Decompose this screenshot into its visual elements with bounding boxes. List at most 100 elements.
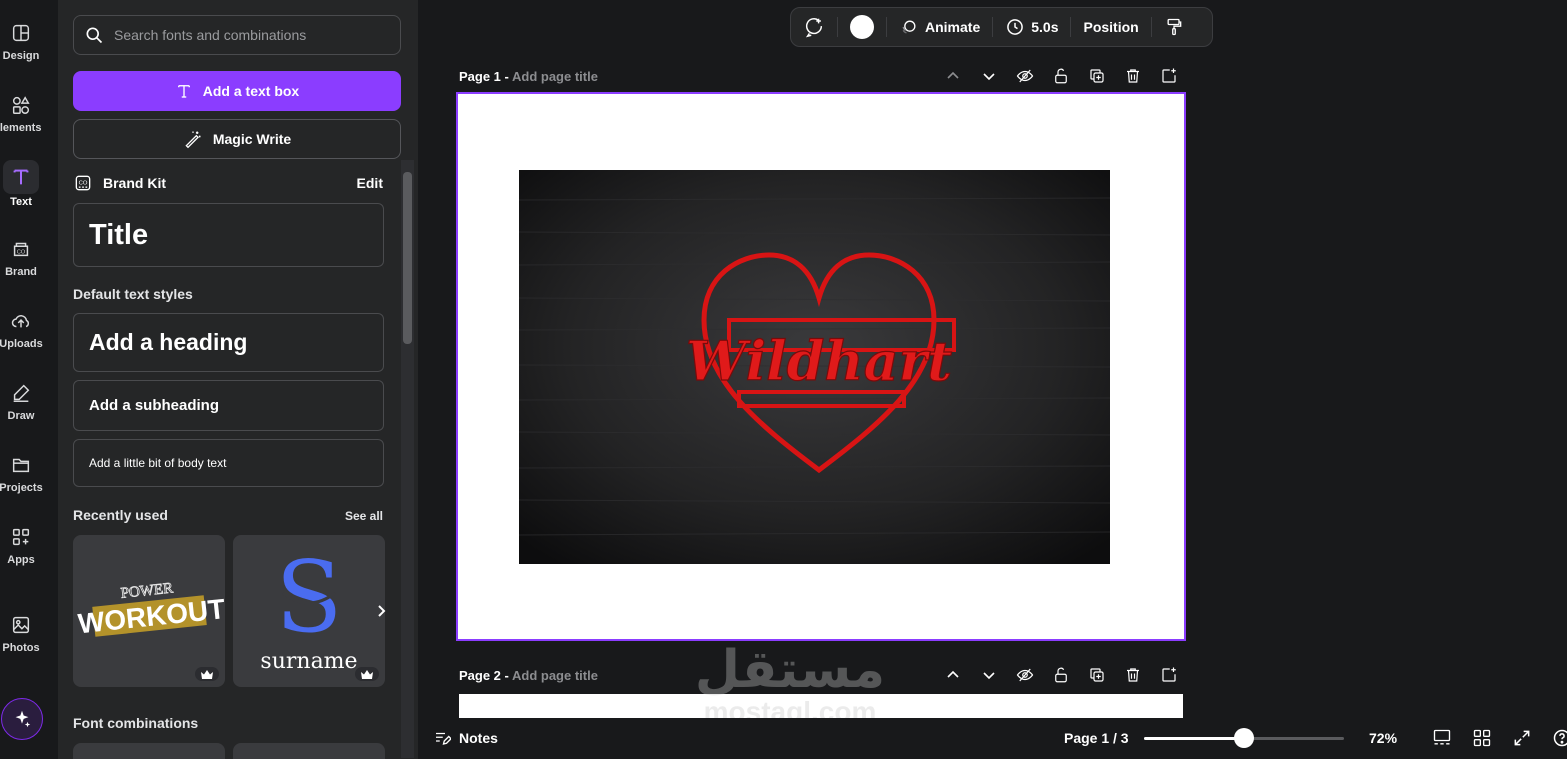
panel-scrollbar[interactable] [401,160,414,758]
page-1-label: Page 1 - [459,69,509,84]
eye-slash-icon [1016,668,1034,682]
move-page-down-button[interactable] [978,664,1000,686]
text-panel: Add a text box Magic Write CO Brand Kit … [58,0,418,759]
move-page-up-button[interactable] [942,664,964,686]
add-text-box-label: Add a text box [202,83,300,99]
page-1-title-input[interactable]: Add page title [512,69,598,84]
lock-page-button[interactable] [1050,664,1072,686]
fullscreen-button[interactable] [1511,727,1533,749]
rail-item-design[interactable]: Design [0,10,42,74]
add-page-button[interactable] [1158,664,1180,686]
page-1-header: Page 1 - Add page title [459,69,598,84]
chevron-up-icon [947,670,959,678]
font-combination-thumb[interactable] [73,743,225,759]
page-indicator[interactable]: Page 1 / 3 [1064,730,1129,746]
view-controls [1431,727,1567,749]
rail-item-apps[interactable]: Apps [0,514,42,578]
comment-button[interactable] [791,7,837,47]
brand-title-style[interactable]: Title [73,203,384,267]
page-2-title-input[interactable]: Add page title [512,668,598,683]
rail-item-draw[interactable]: Draw [0,370,42,434]
apps-icon [12,528,30,546]
cloud-upload-icon [11,315,30,328]
zoom-slider[interactable] [1144,728,1344,748]
add-page-button[interactable] [1158,65,1180,87]
text-icon [177,85,190,98]
rail-label-brand: Brand [5,266,37,278]
rail-item-elements[interactable]: Elements [0,82,42,146]
rail-item-text[interactable]: Text [0,158,42,222]
move-page-up-button[interactable] [942,65,964,87]
rail-item-uploads[interactable]: Uploads [0,298,43,362]
photo-icon [12,616,30,634]
rail-label-photos: Photos [2,642,40,654]
panel-scroll-thumb[interactable] [403,172,412,344]
help-icon [1553,729,1567,747]
rail-item-brand[interactable]: CO Brand [0,226,42,290]
grid-view-button[interactable] [1471,727,1493,749]
delete-page-button[interactable] [1122,664,1144,686]
rail-item-projects[interactable]: Projects [0,442,43,506]
color-picker-button[interactable] [838,7,886,47]
font-search-box[interactable] [73,15,401,55]
add-heading-style[interactable]: Add a heading [73,313,384,372]
recent-font-thumb-surname[interactable]: S surname [233,535,385,687]
rail-label-design: Design [2,50,40,62]
rail-item-photos[interactable]: Photos [0,602,42,666]
lock-page-button[interactable] [1050,65,1072,87]
zoom-slider-knob[interactable] [1234,728,1254,748]
thumb2-word: surname [260,649,357,674]
font-search-input[interactable] [114,27,384,43]
zoom-slider-fill [1144,737,1244,740]
duplicate-page-button[interactable] [1086,664,1108,686]
add-subheading-style[interactable]: Add a subheading [73,380,384,431]
page-1-tools [942,65,1180,87]
page-2-canvas[interactable] [459,694,1183,718]
thumb2-letter: S [275,541,342,655]
see-all-link[interactable]: See all [345,509,383,523]
notes-icon [436,732,451,745]
animate-button[interactable]: Animate [887,7,992,47]
magic-write-button[interactable]: Magic Write [73,119,401,159]
chevron-right-icon [378,605,386,617]
rail-label-text: Text [10,196,32,208]
add-body-text-style[interactable]: Add a little bit of body text [73,439,384,487]
brand-kit-label: Brand Kit [103,175,166,191]
zoom-level[interactable]: 72% [1369,730,1397,746]
carousel-next-button[interactable] [371,598,391,624]
move-page-down-button[interactable] [978,65,1000,87]
hide-page-button[interactable] [1014,65,1036,87]
page-2-header: Page 2 - Add page title [459,668,598,683]
copy-style-button[interactable] [1152,7,1196,47]
duplicate-page-button[interactable] [1086,65,1108,87]
grid-icon [1473,729,1491,747]
animate-icon [902,20,916,34]
svg-text:CO: CO [79,180,88,186]
add-text-box-button[interactable]: Add a text box [73,71,401,111]
notes-label: Notes [459,730,498,746]
element-toolbar: Animate 5.0s Position [790,7,1213,47]
magic-write-label: Magic Write [212,131,292,147]
brand-kit-row: CO Brand Kit Edit [73,172,383,194]
brand-kit-edit-link[interactable]: Edit [357,175,383,191]
recent-font-thumb-workout[interactable]: POWER WORKOUT [73,535,225,687]
trash-icon [1127,668,1139,682]
logo-text: Wildhart [686,329,952,393]
delete-page-button[interactable] [1122,65,1144,87]
watermark-arabic: مستقل [694,640,886,700]
brand-icon: CO [13,242,29,257]
notes-button[interactable]: Notes [433,729,498,747]
magic-assistant-button[interactable] [1,698,43,740]
hide-page-button[interactable] [1014,664,1036,686]
surname-preview: S surname [260,541,357,674]
color-swatch [850,15,874,39]
help-button[interactable] [1551,727,1567,749]
position-button[interactable]: Position [1071,7,1150,47]
rail-label-projects: Projects [0,482,43,494]
font-combination-thumb[interactable] [233,743,385,759]
design-icon [12,24,30,42]
duration-button[interactable]: 5.0s [993,7,1070,47]
page-view-button[interactable] [1431,727,1453,749]
wildhart-logo-photo[interactable]: Wildhart [519,170,1110,564]
magic-wand-icon [185,131,201,149]
